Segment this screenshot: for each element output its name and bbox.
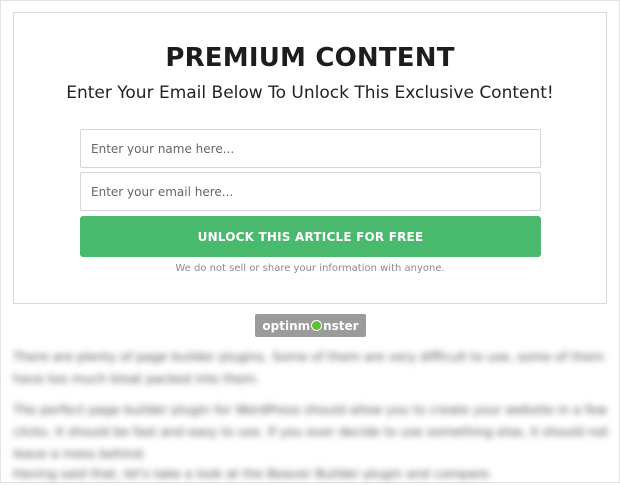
page-frame: PREMIUM CONTENT Enter Your Email Below T… — [0, 0, 620, 483]
email-input[interactable] — [80, 172, 541, 211]
popup-subtitle: Enter Your Email Below To Unlock This Ex… — [66, 83, 554, 103]
name-input[interactable] — [80, 129, 541, 168]
optinmonster-badge[interactable]: optinm nster — [255, 314, 366, 337]
badge-brand-prefix: optinm — [262, 318, 311, 333]
blurred-paragraph-2: The perfect page builder plugin for Word… — [13, 402, 609, 461]
privacy-note: We do not sell or share your information… — [175, 263, 445, 274]
monster-o-icon — [311, 320, 323, 331]
popup-title: PREMIUM CONTENT — [165, 43, 455, 73]
blurred-paragraph-1: There are plenty of page builder plugins… — [13, 349, 604, 386]
content-lock-card: PREMIUM CONTENT Enter Your Email Below T… — [13, 12, 607, 304]
blurred-paragraph-3: Having said that, let's take a look at t… — [13, 466, 493, 481]
badge-brand-suffix: nster — [323, 318, 359, 333]
unlock-article-button[interactable]: UNLOCK THIS ARTICLE FOR FREE — [80, 216, 541, 257]
